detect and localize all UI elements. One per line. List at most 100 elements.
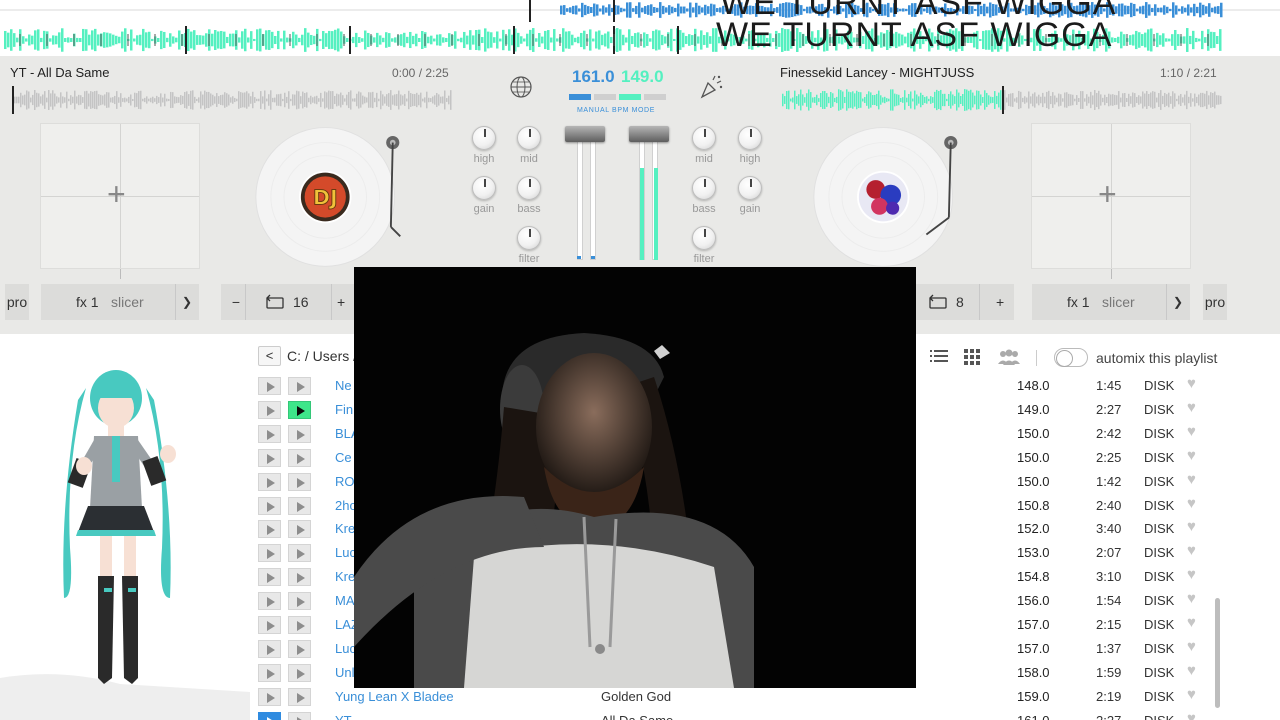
load-right-deck-button[interactable] <box>288 711 311 720</box>
load-left-deck-button[interactable] <box>258 616 281 634</box>
toolbar-divider <box>1036 350 1037 366</box>
left-deck-turntable[interactable]: DJ <box>254 121 404 271</box>
table-row[interactable]: Yung Lean X Bladee Golden God 159.0 2:19 DIS… <box>258 685 1220 709</box>
right-mid-knob[interactable]: mid <box>684 126 724 165</box>
heart-icon[interactable]: ♥ <box>1187 590 1196 607</box>
library-scrollbar[interactable] <box>1215 598 1220 708</box>
right-bass-knob[interactable]: bass <box>684 176 724 215</box>
heart-icon[interactable]: ♥ <box>1187 399 1196 416</box>
load-left-deck-button[interactable] <box>258 592 281 611</box>
right-gain-knob[interactable]: gain <box>730 176 770 215</box>
load-left-deck-button[interactable] <box>258 639 281 658</box>
heart-icon[interactable]: ♥ <box>1187 566 1196 583</box>
breadcrumb[interactable]: C: / Users / <box>287 348 357 364</box>
load-left-deck-button[interactable] <box>258 496 281 515</box>
party-popper-icon[interactable] <box>698 74 724 100</box>
heart-icon[interactable]: ♥ <box>1187 710 1196 720</box>
heart-icon[interactable]: ♥ <box>1187 471 1196 488</box>
load-left-deck-button[interactable] <box>258 568 281 587</box>
load-left-deck-button[interactable] <box>258 687 281 706</box>
heart-icon[interactable]: ♥ <box>1187 662 1196 679</box>
right-fx-type: slicer <box>1102 294 1135 310</box>
heart-icon[interactable]: ♥ <box>1187 423 1196 440</box>
heart-icon[interactable]: ♥ <box>1187 686 1196 703</box>
loop-plus-button[interactable]: + <box>337 294 345 310</box>
left-volume-fader-track[interactable] <box>577 140 583 260</box>
left-deck-sampler-pad[interactable]: + <box>40 123 200 269</box>
automix-toggle[interactable] <box>1054 348 1088 367</box>
left-high-knob[interactable]: high <box>464 126 504 165</box>
disco-ball-icon[interactable] <box>508 74 534 100</box>
right-bpm-display[interactable]: 149.0 <box>621 67 664 87</box>
table-row[interactable]: YT All Da Same 161.0 2:27 DISK ♥ <box>258 709 1220 720</box>
heart-icon[interactable]: ♥ <box>1187 447 1196 464</box>
load-left-deck-button[interactable] <box>258 520 281 539</box>
left-pro-button[interactable]: pro <box>5 284 29 320</box>
right-high-knob[interactable]: high <box>730 126 770 165</box>
left-bass-knob[interactable]: bass <box>509 176 549 215</box>
webcam-overlay <box>354 267 916 688</box>
left-deck-waveform[interactable] <box>12 86 452 114</box>
heart-icon[interactable]: ♥ <box>1187 375 1196 392</box>
load-right-deck-button[interactable] <box>288 496 311 515</box>
users-icon[interactable] <box>998 349 1020 370</box>
grid-view-icon[interactable] <box>964 349 980 370</box>
right-fx-selector[interactable]: fx 1 slicer ❯ <box>1032 284 1190 320</box>
load-right-deck-button[interactable] <box>288 687 311 706</box>
left-gain-knob[interactable]: gain <box>464 176 504 215</box>
load-right-deck-button[interactable] <box>288 377 311 395</box>
load-right-deck-button[interactable] <box>288 592 311 611</box>
heart-icon[interactable]: ♥ <box>1187 614 1196 631</box>
track-duration: 3:40 <box>1096 521 1122 537</box>
left-volume-fader[interactable] <box>565 126 605 142</box>
load-right-deck-button[interactable] <box>288 616 311 634</box>
load-right-deck-button[interactable] <box>288 544 311 563</box>
right-deck-waveform[interactable] <box>782 86 1222 114</box>
bpm-mode-label[interactable]: MANUAL BPM MODE <box>566 107 666 114</box>
load-left-deck-button[interactable] <box>258 448 281 467</box>
overview-waveforms[interactable]: WE TURNT ASF WIGGA WE TURNT ASF WIGGA <box>0 0 1280 56</box>
chevron-down-icon[interactable]: ❯ <box>1173 295 1183 309</box>
add-sample-icon[interactable]: + <box>107 176 126 212</box>
loop-plus-button[interactable]: + <box>996 294 1004 310</box>
left-deck-track-title: YT - All Da Same <box>10 65 110 80</box>
left-fx-selector[interactable]: fx 1 slicer ❯ <box>41 284 199 320</box>
heart-icon[interactable]: ♥ <box>1187 518 1196 535</box>
load-left-deck-button[interactable] <box>258 472 281 491</box>
left-filter-knob[interactable]: filter <box>509 226 549 265</box>
left-bpm-display[interactable]: 161.0 <box>572 67 615 87</box>
load-right-deck-button[interactable] <box>288 424 311 443</box>
load-right-deck-button[interactable] <box>288 472 311 491</box>
back-button[interactable]: < <box>258 346 281 366</box>
loop-icon <box>265 294 285 313</box>
right-deck-sampler-pad[interactable]: + <box>1031 123 1191 269</box>
track-duration: 1:37 <box>1096 640 1122 656</box>
chevron-down-icon[interactable]: ❯ <box>182 295 192 309</box>
load-right-deck-button[interactable] <box>288 520 311 539</box>
load-left-deck-button[interactable] <box>258 544 281 563</box>
loop-minus-button[interactable]: − <box>226 294 246 310</box>
load-right-deck-button[interactable] <box>288 663 311 682</box>
heart-icon[interactable]: ♥ <box>1187 542 1196 559</box>
load-left-deck-button[interactable] <box>258 377 281 395</box>
track-duration: 2:19 <box>1096 688 1122 704</box>
right-volume-fader[interactable] <box>629 126 669 142</box>
load-left-deck-button[interactable] <box>258 663 281 682</box>
load-right-deck-button[interactable] <box>288 568 311 587</box>
load-right-deck-button[interactable] <box>288 448 311 467</box>
add-sample-icon[interactable]: + <box>1098 176 1117 212</box>
heart-icon[interactable]: ♥ <box>1187 495 1196 512</box>
load-left-deck-button[interactable] <box>258 400 281 419</box>
track-duration: 2:07 <box>1096 545 1122 561</box>
load-left-deck-button[interactable] <box>258 711 281 720</box>
track-bpm: 149.0 <box>1017 401 1050 417</box>
right-deck-turntable[interactable] <box>812 121 962 271</box>
load-right-deck-button[interactable] <box>288 400 311 419</box>
heart-icon[interactable]: ♥ <box>1187 638 1196 655</box>
load-left-deck-button[interactable] <box>258 424 281 443</box>
load-right-deck-button[interactable] <box>288 639 311 658</box>
list-view-icon[interactable] <box>930 349 948 368</box>
right-filter-knob[interactable]: filter <box>684 226 724 265</box>
right-pro-button[interactable]: pro <box>1203 284 1227 320</box>
left-mid-knob[interactable]: mid <box>509 126 549 165</box>
